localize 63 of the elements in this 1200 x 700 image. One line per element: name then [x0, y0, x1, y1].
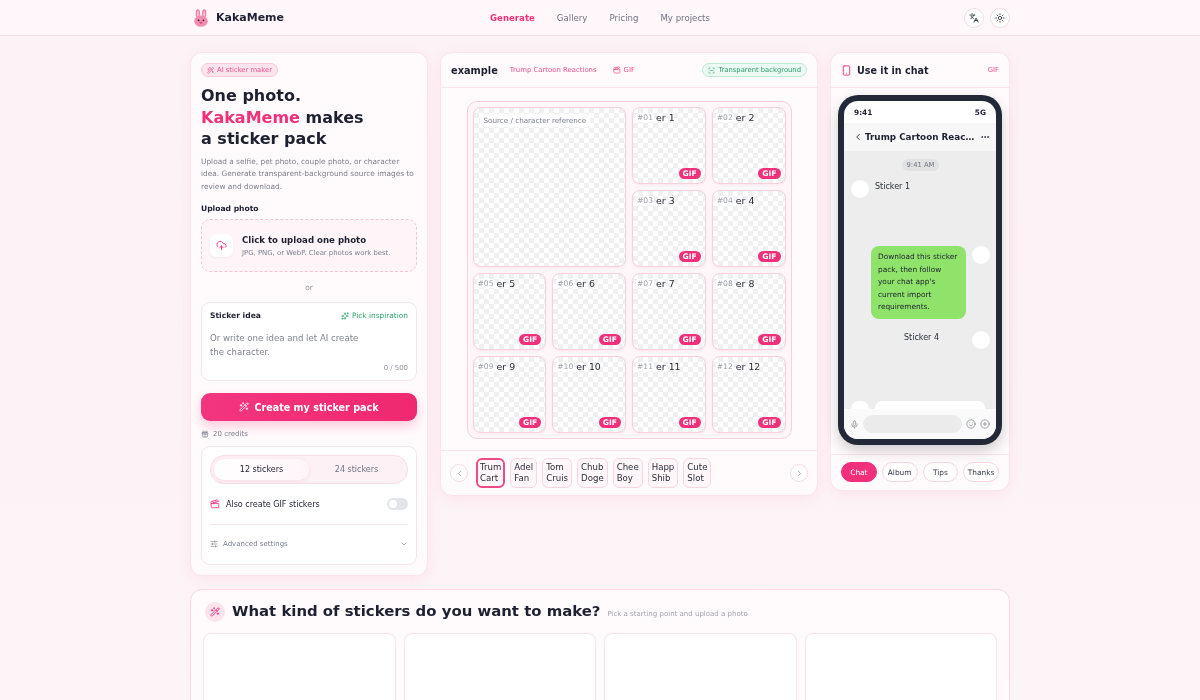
bunny-icon [192, 8, 210, 27]
sticker-label: er 2 [735, 112, 755, 123]
pack-chip[interactable]: Cute Slot [683, 458, 712, 488]
sparkles-icon [340, 311, 349, 320]
smiley-icon[interactable] [966, 419, 976, 429]
nav-link[interactable]: Gallery [556, 12, 588, 23]
gift-icon [201, 430, 209, 438]
sun-icon [995, 12, 1005, 23]
hero-heading: One photo. KakaMeme makes a sticker pack [201, 85, 365, 150]
count-option[interactable]: 12 stickers [214, 459, 309, 480]
sticker-label: er 9 [496, 361, 516, 372]
sticker-label: er 10 [576, 361, 601, 372]
pack-chip[interactable]: Trum Cart [476, 458, 506, 488]
nav-link[interactable]: My projects [660, 12, 710, 23]
sticker-label: er 7 [656, 278, 675, 289]
sticker-label: er 11 [656, 361, 681, 372]
section-title: What kind of stickers do you want to make? [232, 602, 601, 620]
microphone-icon[interactable] [850, 419, 859, 429]
preview-title: example [451, 64, 498, 76]
sticker-label: er 5 [496, 278, 516, 289]
wand-icon [207, 66, 214, 74]
sticker-label: er 4 [735, 195, 755, 206]
next-button[interactable] [790, 464, 808, 482]
clapperboard-icon [612, 66, 621, 74]
template-card[interactable] [604, 633, 797, 700]
language-button[interactable] [964, 7, 984, 28]
pack-chip[interactable]: Adel Fan [510, 458, 538, 488]
template-card[interactable] [203, 633, 396, 700]
nav-link[interactable]: Generate [490, 12, 535, 23]
sliders-icon [210, 540, 218, 548]
wand-icon [239, 402, 250, 412]
chat-title: Trump Cartoon Reac… [865, 132, 976, 142]
pack-chip[interactable]: Tom Cruis [542, 458, 573, 488]
sticker-label: er 6 [576, 278, 595, 289]
gif-toggle[interactable] [387, 498, 408, 510]
sticker-label: er 3 [656, 195, 675, 206]
sticker-message-label: Sticker 1 [875, 182, 911, 191]
sticker-message-label: Sticker 4 [904, 332, 940, 342]
brand-name: KakaMeme [216, 11, 284, 24]
clapperboard-icon [210, 499, 220, 509]
sticker-label: er 8 [735, 278, 755, 289]
theme-button[interactable] [990, 7, 1010, 28]
translate-icon [969, 12, 979, 23]
phone-icon [841, 64, 852, 76]
scan-icon [708, 66, 716, 74]
upload-title: Click to upload one photo [242, 234, 368, 245]
plus-icon[interactable] [980, 419, 990, 429]
template-card[interactable] [804, 633, 997, 700]
template-card[interactable] [403, 633, 596, 700]
cloud-upload-icon [210, 234, 233, 257]
pack-chip[interactable]: Chub Doge [577, 458, 608, 488]
previous-button[interactable] [450, 464, 468, 482]
pack-chip[interactable]: Happ Shib [647, 458, 679, 488]
pack-chip[interactable]: Chee Boy [612, 458, 643, 488]
wand-icon [205, 602, 225, 622]
nav-link[interactable]: Pricing [609, 12, 639, 23]
sticker-label: er 12 [735, 361, 761, 372]
sticker-label: er 1 [656, 112, 675, 123]
chat-panel-title: Use it in chat [857, 64, 929, 76]
gif-option-label: Also create GIF stickers [226, 499, 320, 509]
create-button[interactable]: Create my sticker pack [201, 393, 417, 421]
count-option[interactable]: 24 stickers [309, 459, 404, 480]
back-icon[interactable] [853, 132, 863, 142]
